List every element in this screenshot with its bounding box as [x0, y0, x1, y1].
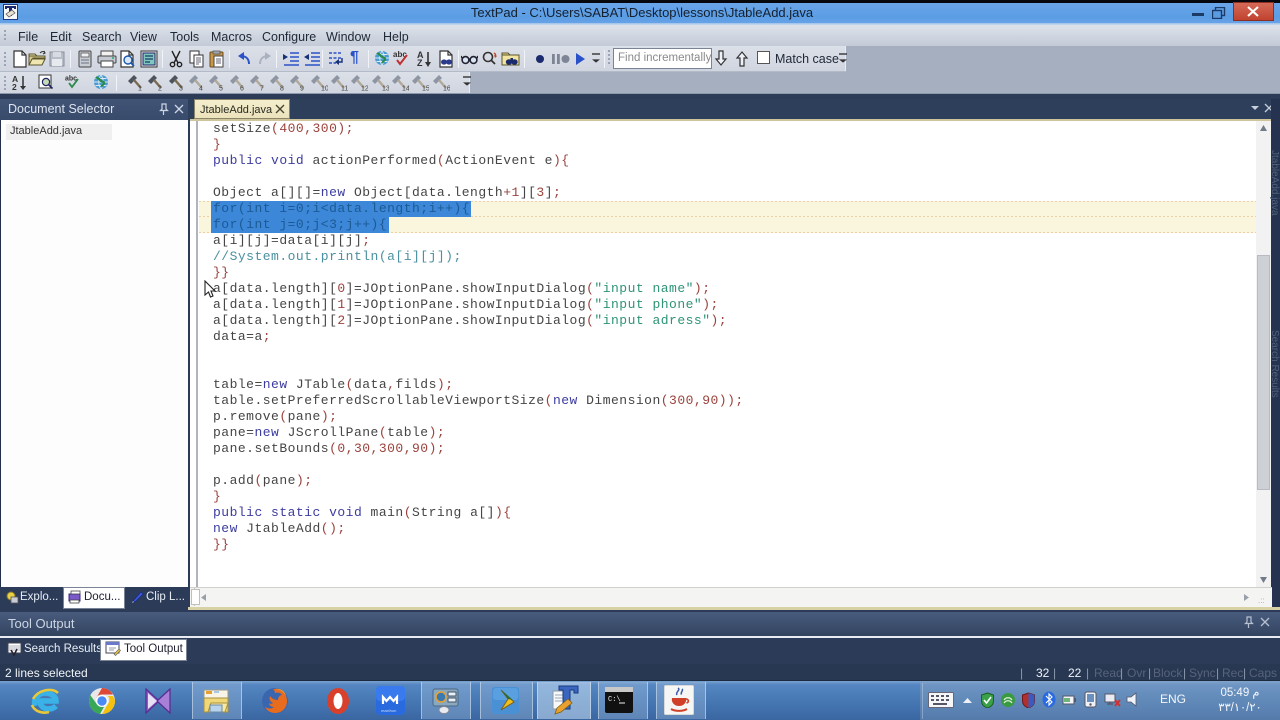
svg-text:11: 11 — [341, 86, 348, 92]
svg-text:5: 5 — [219, 86, 223, 92]
svg-text:Z: Z — [417, 58, 423, 67]
svg-text:C:\: C:\ — [608, 696, 621, 704]
svg-text:2: 2 — [12, 82, 17, 90]
svg-text:10: 10 — [321, 86, 328, 92]
svg-text:12: 12 — [361, 86, 368, 92]
svg-text:maxthon: maxthon — [381, 708, 396, 713]
svg-text:4: 4 — [199, 86, 203, 92]
svg-text:2: 2 — [158, 86, 162, 92]
svg-text:9: 9 — [300, 86, 304, 92]
svg-text:3: 3 — [179, 86, 183, 92]
svg-text:15: 15 — [422, 86, 429, 92]
svg-text:14: 14 — [402, 86, 409, 92]
svg-text:6: 6 — [240, 86, 244, 92]
svg-text:13: 13 — [382, 86, 389, 92]
svg-text:8: 8 — [280, 86, 284, 92]
svg-text:16: 16 — [443, 86, 450, 92]
svg-text:7: 7 — [260, 86, 264, 92]
svg-text:1: 1 — [138, 86, 142, 92]
